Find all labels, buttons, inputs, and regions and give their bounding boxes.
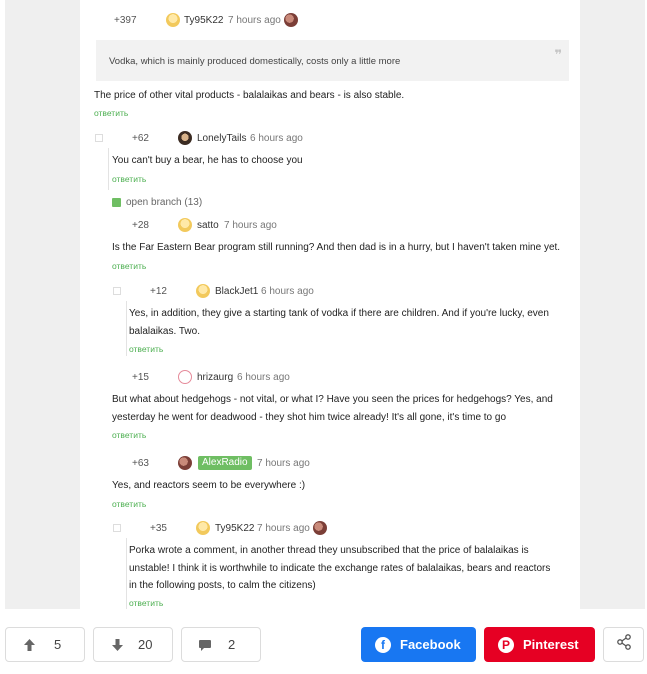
pinterest-icon: P [498, 636, 514, 653]
comment-body: Yes, and reactors seem to be everywhere … [112, 480, 306, 491]
reply-link[interactable]: ответить [112, 499, 146, 509]
upvote-button[interactable]: 5 [5, 627, 85, 662]
comment-rating: +63 [132, 458, 149, 469]
avatar[interactable] [178, 370, 192, 384]
quote-icon: ❞ [554, 47, 562, 62]
comment-username[interactable]: Ty95K22 [215, 523, 254, 534]
reply-link[interactable]: ответить [112, 261, 146, 271]
quote-block: Vodka, which is mainly produced domestic… [96, 40, 569, 81]
comment-time: 7 hours ago [257, 523, 310, 534]
reply-link[interactable]: ответить [129, 344, 163, 354]
comment-time: 6 hours ago [250, 133, 303, 144]
avatar[interactable] [196, 521, 210, 535]
comments-count: 2 [228, 637, 236, 652]
pinterest-label: Pinterest [523, 637, 579, 652]
arrow-up-icon [22, 638, 36, 652]
share-button[interactable] [603, 627, 644, 662]
comment-rating: +62 [132, 133, 149, 144]
comment-body: Yes, in addition, they give a starting t… [129, 308, 549, 337]
comment-rating: +397 [114, 15, 137, 26]
comment-rating: +12 [150, 286, 167, 297]
comment-body: Porka wrote a comment, in another thread… [129, 545, 551, 591]
reply-link[interactable]: ответить [112, 174, 146, 184]
facebook-icon: f [375, 636, 391, 653]
facebook-label: Facebook [400, 637, 461, 652]
thread-line [126, 538, 127, 609]
comments-card: +397 Ty95K22 7 hours ago Vodka, which is… [80, 0, 580, 609]
avatar[interactable] [178, 218, 192, 232]
open-branch-link[interactable]: open branch (13) [126, 197, 202, 208]
comment-time: 7 hours ago [257, 458, 310, 469]
branch-icon [112, 198, 121, 207]
comment-time: 6 hours ago [261, 286, 314, 297]
comment-body: Is the Far Eastern Bear program still ru… [112, 242, 561, 253]
comment-username[interactable]: LonelyTails [197, 133, 246, 144]
comment-body: The price of other vital products - bala… [94, 90, 405, 101]
avatar[interactable] [313, 521, 327, 535]
comment-rating: +15 [132, 372, 149, 383]
arrow-down-icon [110, 638, 124, 652]
comments-button[interactable]: 2 [181, 627, 261, 662]
comment-username[interactable]: hrizaurg [197, 372, 233, 383]
comment-time: 7 hours ago [228, 15, 281, 26]
facebook-share-button[interactable]: f Facebook [361, 627, 476, 662]
collapse-checkbox[interactable] [95, 134, 103, 142]
thread-line [126, 301, 127, 356]
reply-link[interactable]: ответить [129, 598, 163, 608]
comment-username[interactable]: satto [197, 220, 219, 231]
comment-time: 7 hours ago [224, 220, 277, 231]
downvote-count: 20 [138, 637, 153, 652]
comment-body: But what about hedgehogs - not vital, or… [112, 394, 553, 423]
thread-line [108, 148, 109, 190]
reply-link[interactable]: ответить [94, 108, 128, 118]
comment-body: You can't buy a bear, he has to choose y… [112, 155, 303, 166]
collapse-checkbox[interactable] [113, 524, 121, 532]
comment-rating: +28 [132, 220, 149, 231]
upvote-count: 5 [54, 637, 62, 652]
share-icon [616, 634, 632, 655]
downvote-button[interactable]: 20 [93, 627, 173, 662]
comment-username[interactable]: Ty95K22 [184, 15, 223, 26]
avatar[interactable] [166, 13, 180, 27]
comment-time: 6 hours ago [237, 372, 290, 383]
quote-text: Vodka, which is mainly produced domestic… [109, 56, 401, 67]
comment-icon [198, 638, 212, 652]
avatar[interactable] [178, 131, 192, 145]
reply-link[interactable]: ответить [112, 430, 146, 440]
avatar[interactable] [196, 284, 210, 298]
content-frame: +397 Ty95K22 7 hours ago Vodka, which is… [5, 0, 645, 609]
avatar[interactable] [178, 456, 192, 470]
collapse-checkbox[interactable] [113, 287, 121, 295]
comment-rating: +35 [150, 523, 167, 534]
comment-username[interactable]: AlexRadio [198, 456, 252, 470]
avatar[interactable] [284, 13, 298, 27]
pinterest-share-button[interactable]: P Pinterest [484, 627, 595, 662]
comment-username[interactable]: BlackJet1 [215, 286, 258, 297]
